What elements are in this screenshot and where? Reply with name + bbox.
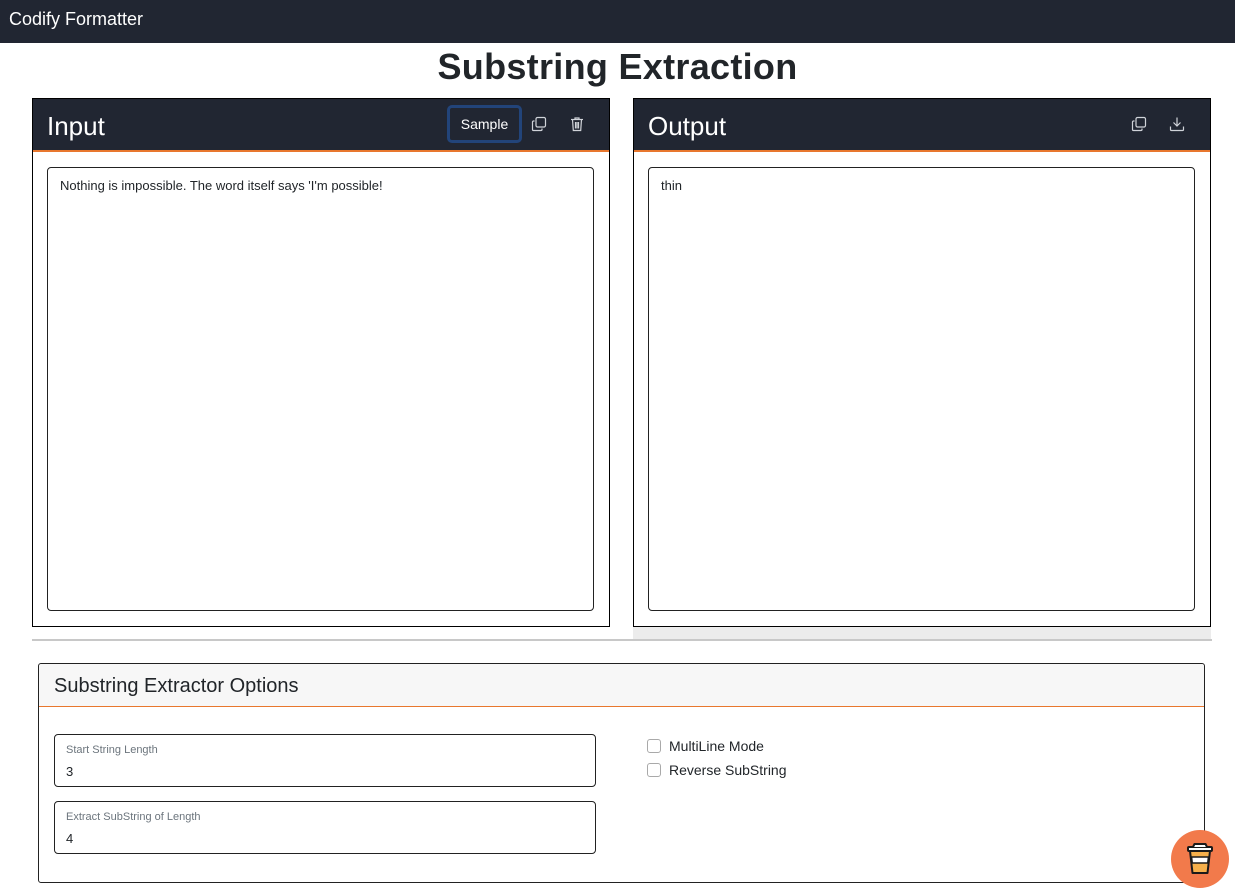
download-icon[interactable]: [1166, 113, 1188, 135]
reverse-substring-option[interactable]: Reverse SubString: [647, 761, 787, 779]
start-length-field: Start String Length: [54, 734, 596, 787]
section-divider: [32, 639, 1212, 641]
multiline-mode-option[interactable]: MultiLine Mode: [647, 737, 764, 755]
output-panel-header: Output: [634, 99, 1210, 152]
input-textarea[interactable]: Nothing is impossible. The word itself s…: [48, 168, 593, 610]
input-panel: Input Sample Nothing is impossible. The …: [32, 98, 610, 627]
start-length-label: Start String Length: [66, 744, 158, 756]
multiline-mode-label: MultiLine Mode: [669, 738, 764, 754]
input-panel-header: Input Sample: [33, 99, 609, 152]
start-length-input[interactable]: [66, 761, 566, 781]
extract-length-input[interactable]: [66, 828, 566, 848]
output-panel-title: Output: [648, 111, 727, 141]
multiline-mode-checkbox[interactable]: [647, 739, 661, 753]
output-panel-shadow: [633, 627, 1211, 639]
input-textarea-wrap: Nothing is impossible. The word itself s…: [47, 167, 594, 611]
input-panel-title: Input: [47, 111, 105, 141]
reverse-substring-label: Reverse SubString: [669, 762, 787, 778]
options-card: Substring Extractor Options Start String…: [38, 663, 1205, 883]
extract-length-label: Extract SubString of Length: [66, 811, 201, 823]
options-title: Substring Extractor Options: [54, 675, 299, 697]
output-panel: Output thin: [633, 98, 1211, 627]
navbar: Codify Formatter: [0, 0, 1235, 43]
page-title: Substring Extraction: [437, 46, 798, 87]
output-textarea-wrap: thin: [648, 167, 1195, 611]
output-textarea[interactable]: thin: [649, 168, 1194, 610]
buy-me-coffee-button[interactable]: [1171, 830, 1229, 888]
copy-icon[interactable]: [528, 113, 550, 135]
sample-button[interactable]: Sample: [447, 105, 522, 143]
trash-icon[interactable]: [566, 113, 588, 135]
brand-link[interactable]: Codify Formatter: [9, 9, 143, 29]
reverse-substring-checkbox[interactable]: [647, 763, 661, 777]
extract-length-field: Extract SubString of Length: [54, 801, 596, 854]
options-header: Substring Extractor Options: [39, 664, 1204, 707]
copy-icon[interactable]: [1128, 113, 1150, 135]
coffee-cup-icon: [1187, 843, 1213, 874]
